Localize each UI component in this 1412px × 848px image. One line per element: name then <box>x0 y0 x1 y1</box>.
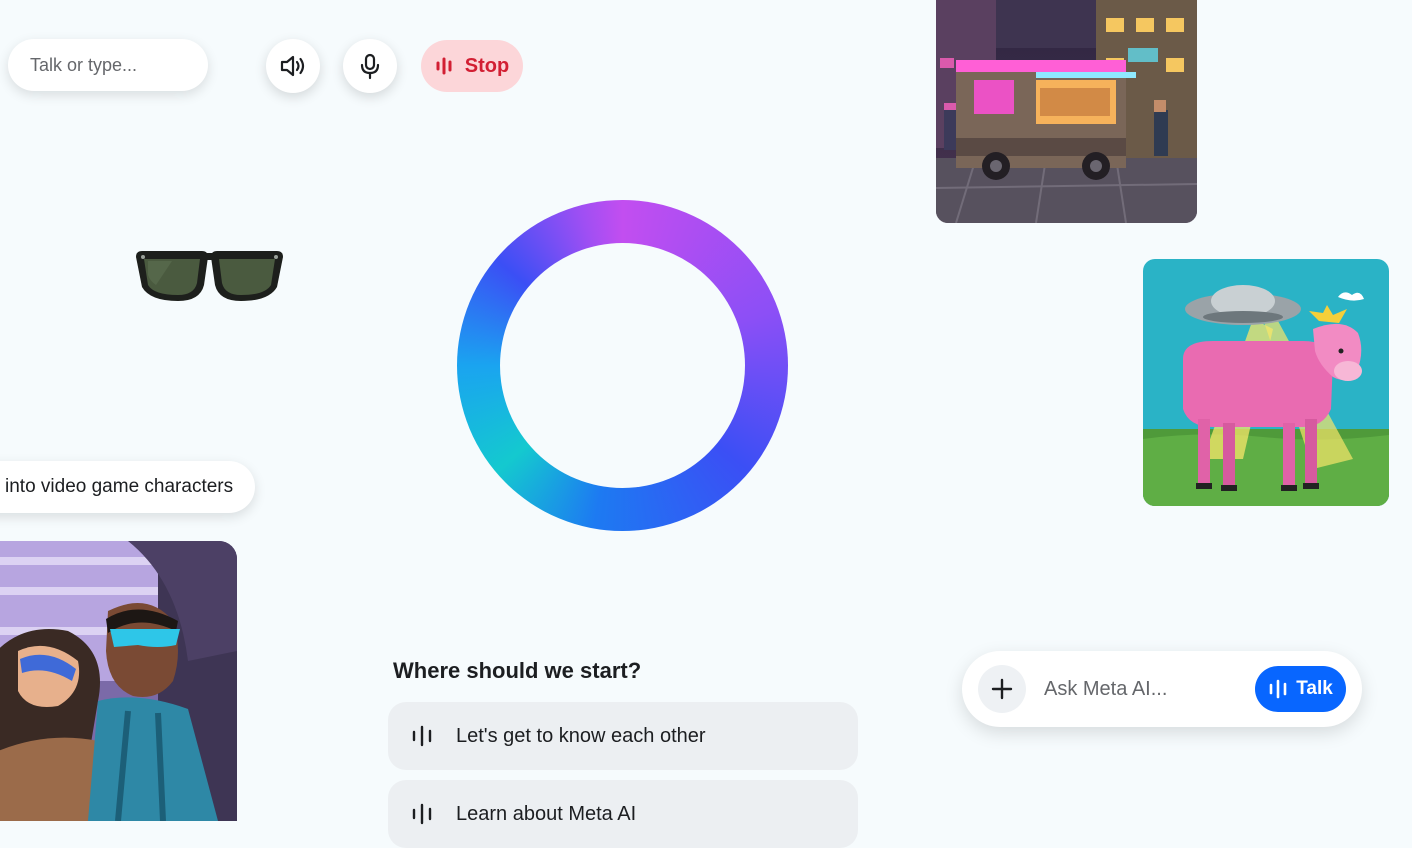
microphone-button[interactable] <box>343 39 397 93</box>
suggestion-label: Let's get to know each other <box>456 724 706 747</box>
prompt-heading: Where should we start? <box>393 658 642 683</box>
ask-input[interactable] <box>1042 676 1255 702</box>
prompt-chip-label: into video game characters <box>5 476 234 497</box>
talk-or-type-placeholder: Talk or type... <box>30 54 138 75</box>
stop-label: Stop <box>464 54 510 77</box>
ask-bar: Talk <box>962 651 1362 727</box>
voice-wave-icon <box>412 725 432 747</box>
suggestion-label: Learn about Meta AI <box>456 802 637 825</box>
suggestion-learn-meta-ai[interactable]: Learn about Meta AI <box>388 780 858 848</box>
plus-icon <box>991 678 1013 700</box>
sunglasses-image <box>136 251 283 301</box>
prompt-chip[interactable]: into video game characters <box>0 461 256 513</box>
speaker-icon <box>280 55 305 77</box>
add-button[interactable] <box>978 665 1026 713</box>
voice-wave-icon <box>412 803 432 825</box>
suggestion-get-to-know[interactable]: Let's get to know each other <box>388 702 858 770</box>
talk-or-type-field[interactable]: Talk or type... <box>8 39 208 91</box>
talk-label: Talk <box>1296 678 1333 699</box>
assistant-ring <box>457 200 788 531</box>
cow-ufo-image <box>1143 259 1389 506</box>
food-truck-image <box>936 0 1197 223</box>
stop-button[interactable]: Stop <box>421 40 523 92</box>
video-game-characters-image <box>0 541 237 821</box>
speaker-button[interactable] <box>266 39 320 93</box>
microphone-icon <box>360 53 380 80</box>
voice-wave-icon <box>1269 679 1287 699</box>
talk-button[interactable]: Talk <box>1255 666 1346 712</box>
voice-wave-icon <box>436 57 452 75</box>
